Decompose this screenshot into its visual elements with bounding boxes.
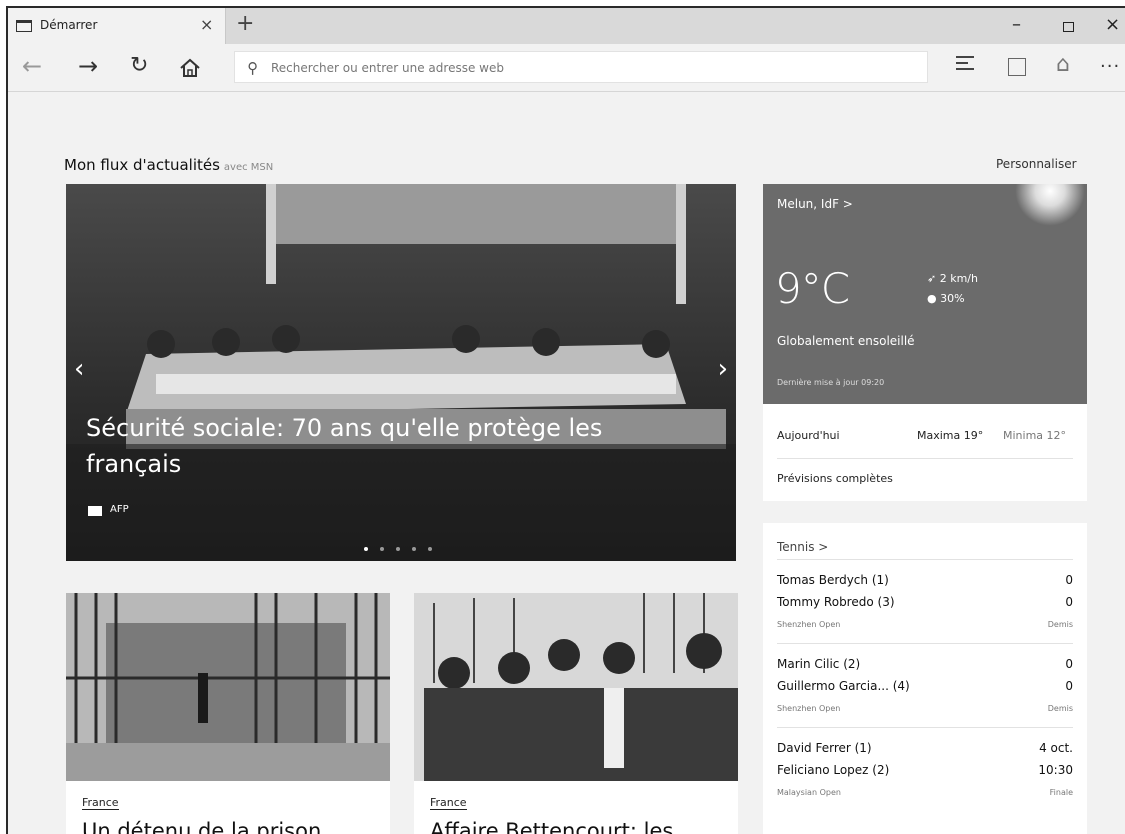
rain-info: ● 30% [927,292,965,305]
home-icon [180,58,200,77]
score-2: 10:30 [1038,763,1073,777]
hub-icon-line [956,62,968,64]
score-2: 0 [1065,679,1073,693]
round: Demis [1047,620,1073,629]
full-forecast-link[interactable]: Prévisions complètes [777,472,893,485]
browser-window: Démarrer × + – × ← → ↻ ⚲ Rechercher ou e… [6,6,1125,834]
player-1: Tomas Berdych (1) [777,573,889,587]
hero-source: AFP [110,504,129,515]
match-item[interactable]: Tomas Berdych (1) 0 Tommy Robredo (3) 0 … [777,559,1073,641]
feed-title: Mon flux d'actualités [64,156,220,174]
match-item[interactable]: Marin Cilic (2) 0 Guillermo Garcia... (4… [777,643,1073,725]
tab-title: Démarrer [40,18,98,32]
news-card[interactable]: France Un détenu de la prison [66,593,390,834]
weather-location[interactable]: Melun, IdF > [777,197,853,211]
score-1: 0 [1065,573,1073,587]
carousel-dot[interactable] [396,547,400,551]
tennis-title[interactable]: Tennis > [777,540,828,554]
rain-chance: 30% [940,292,965,305]
carousel-dot[interactable] [380,547,384,551]
match-item[interactable]: David Ferrer (1) 4 oct. Feliciano Lopez … [777,727,1073,809]
forecast-min: Minima 12° [1003,429,1067,442]
carousel-dot[interactable] [428,547,432,551]
refresh-button[interactable]: ↻ [130,54,148,78]
divider [777,458,1073,459]
wind-speed: 2 km/h [939,272,978,285]
new-tab-button[interactable]: + [236,11,254,36]
forecast-today: Aujourd'hui [777,429,840,442]
personalize-link[interactable]: Personnaliser [996,157,1077,171]
search-icon: ⚲ [247,59,258,77]
maximize-button[interactable] [1063,22,1074,32]
hero-photo [66,184,736,561]
wind-info: ➶ 2 km/h [927,272,978,285]
weather-updated: Dernière mise à jour 09:20 [777,378,885,387]
rain-drop-icon: ● [927,292,941,305]
card-title[interactable]: Un détenu de la prison [82,819,321,834]
hero-prev-arrow[interactable]: ‹ [74,354,84,384]
forecast-max: Maxima 19° [917,429,984,442]
tournament: Shenzhen Open [777,620,841,629]
round: Demis [1047,704,1073,713]
home-button[interactable] [178,56,202,80]
carousel-dot[interactable] [364,547,368,551]
web-note-button[interactable] [1008,58,1026,76]
hub-button[interactable] [956,56,974,74]
player-2: Feliciano Lopez (2) [777,763,890,777]
card-title[interactable]: Affaire Bettencourt: les [430,819,673,834]
score-1: 4 oct. [1039,741,1073,755]
score-2: 0 [1065,595,1073,609]
wind-icon: ➶ [927,272,940,285]
tab-close-icon[interactable]: × [200,15,213,34]
back-button[interactable]: ← [22,54,42,78]
share-button[interactable]: ⌂ [1056,52,1070,77]
sun-glow [1015,184,1085,226]
forward-button[interactable]: → [78,54,98,78]
score-1: 0 [1065,657,1073,671]
card-image [414,593,738,781]
card-category[interactable]: France [430,796,467,810]
hero-article[interactable]: ‹ › Sécurité sociale: 70 ans qu'elle pro… [66,184,736,561]
round: Finale [1049,788,1073,797]
player-2: Tommy Robredo (3) [777,595,895,609]
address-bar[interactable]: ⚲ Rechercher ou entrer une adresse web [234,51,928,83]
weather-widget[interactable]: Melun, IdF > 9°C ➶ 2 km/h ● 30% Globalem… [763,184,1087,404]
more-button[interactable]: ··· [1100,56,1120,77]
tab-bar: Démarrer × + – × [8,8,1125,44]
player-1: Marin Cilic (2) [777,657,861,671]
source-logo [88,506,102,516]
start-page: Mon flux d'actualités avec MSN Personnali… [8,93,1125,834]
weather-temperature: 9°C [775,264,850,313]
feed-subtitle: avec MSN [223,162,274,173]
news-card[interactable]: France Affaire Bettencourt: les [414,593,738,834]
hero-headline[interactable]: Sécurité sociale: 70 ans qu'elle protège… [86,410,666,482]
weather-condition: Globalement ensoleillé [777,334,915,348]
tab-start[interactable]: Démarrer × [8,8,226,44]
hub-icon-line [956,56,974,58]
close-window-button[interactable]: × [1105,14,1120,35]
hub-icon-line [956,68,974,70]
forecast-panel: Aujourd'hui Maxima 19° Minima 12° Prévis… [763,404,1087,501]
player-1: David Ferrer (1) [777,741,872,755]
tournament: Malaysian Open [777,788,841,797]
feed-header: Mon flux d'actualités avec MSN [64,156,273,174]
card-image [66,593,390,781]
player-2: Guillermo Garcia... (4) [777,679,910,693]
carousel-dot[interactable] [412,547,416,551]
tennis-widget: Tennis > Tomas Berdych (1) 0 Tommy Robre… [763,523,1087,834]
hero-next-arrow[interactable]: › [718,354,728,384]
minimize-button[interactable]: – [1012,14,1021,35]
page-icon [16,20,32,32]
card-category[interactable]: France [82,796,119,810]
carousel-dots [364,536,444,555]
address-placeholder: Rechercher ou entrer une adresse web [271,61,504,75]
tournament: Shenzhen Open [777,704,841,713]
navigation-bar: ← → ↻ ⚲ Rechercher ou entrer une adresse… [8,44,1125,92]
